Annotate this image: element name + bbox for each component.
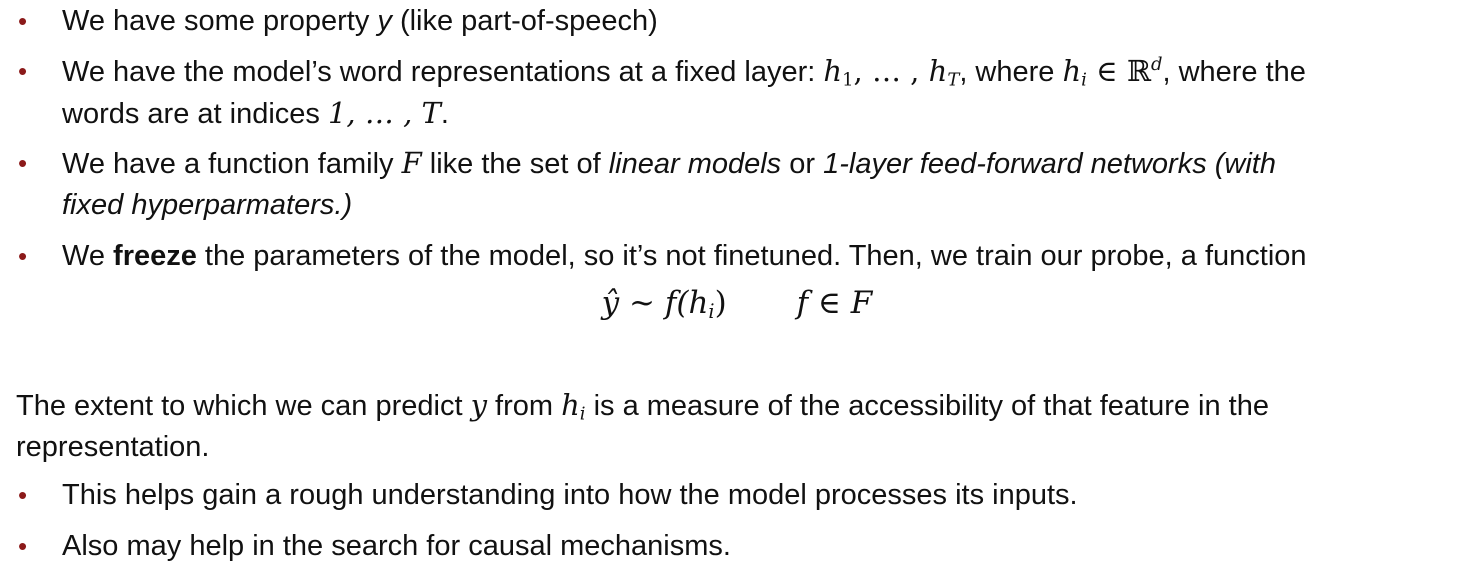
text-run: the parameters of the model, so it’s not… xyxy=(196,240,1307,272)
bullet-marker: • xyxy=(18,241,28,271)
bullet-marker: • xyxy=(18,480,28,510)
text-italic: fixed hyperparmaters.) xyxy=(62,189,353,221)
accessibility-paragraph: The extent to which we can predict y fro… xyxy=(16,384,1456,468)
bullet-marker: • xyxy=(18,531,28,561)
math-h1: h1 xyxy=(823,54,854,91)
text-italic: 1-layer feed-forward networks (with xyxy=(823,148,1276,180)
math-hi: hi xyxy=(561,388,586,425)
math-in: ∈ xyxy=(1086,54,1127,88)
math-indices: 1, … , T xyxy=(327,96,441,130)
text-run: or xyxy=(781,148,824,180)
math-F: F xyxy=(401,146,422,180)
text-run: , where xyxy=(959,56,1063,88)
text-run: , where the xyxy=(1162,56,1306,88)
text-run: words are at indices xyxy=(62,98,328,130)
equation-lhs: ŷ ~ f(hi) xyxy=(601,285,727,323)
text-bold: freeze xyxy=(113,240,197,272)
text-run: We have a function family xyxy=(62,148,402,180)
text-run: like the set of xyxy=(421,148,609,180)
bullet-text: We have the model’s word representations… xyxy=(62,50,1462,134)
bullet-text: We freeze the parameters of the model, s… xyxy=(62,235,1462,277)
bullet-marker: • xyxy=(18,56,28,86)
math-hT: hT xyxy=(928,54,960,91)
math-y: y xyxy=(470,388,487,422)
bullet-marker: • xyxy=(18,148,28,178)
text-run: (like part-of-speech) xyxy=(391,5,658,37)
math-dots: , … , xyxy=(853,54,929,88)
text-run: representation. xyxy=(16,431,210,463)
text-run: . xyxy=(440,98,449,130)
bullet-text: We have some property y (like part-of-sp… xyxy=(62,0,1462,42)
math-y: y xyxy=(377,5,392,37)
text-run: We have the model’s word representations… xyxy=(62,56,824,88)
bullet-text: We have a function family F like the set… xyxy=(62,142,1462,226)
bullet-marker: • xyxy=(18,6,28,36)
bullet-text: This helps gain a rough understanding in… xyxy=(62,479,1078,511)
slide: • We have some property y (like part-of-… xyxy=(0,0,1474,572)
text-run: The extent to which we can predict xyxy=(16,390,471,422)
probe-equation: ŷ ~ f(hi) f ∈ F xyxy=(0,281,1474,325)
text-run: We xyxy=(62,240,114,272)
math-hi: hi xyxy=(1062,54,1087,91)
math-Rd: ℝd xyxy=(1126,54,1163,88)
text-run: is a measure of the accessibility of tha… xyxy=(585,390,1269,422)
equation-rhs: f ∈ F xyxy=(796,285,873,321)
bullet-text: Also may help in the search for causal m… xyxy=(62,530,731,562)
text-italic: linear models xyxy=(608,148,782,180)
text-run: We have some property xyxy=(62,5,378,37)
text-run: from xyxy=(486,390,562,422)
